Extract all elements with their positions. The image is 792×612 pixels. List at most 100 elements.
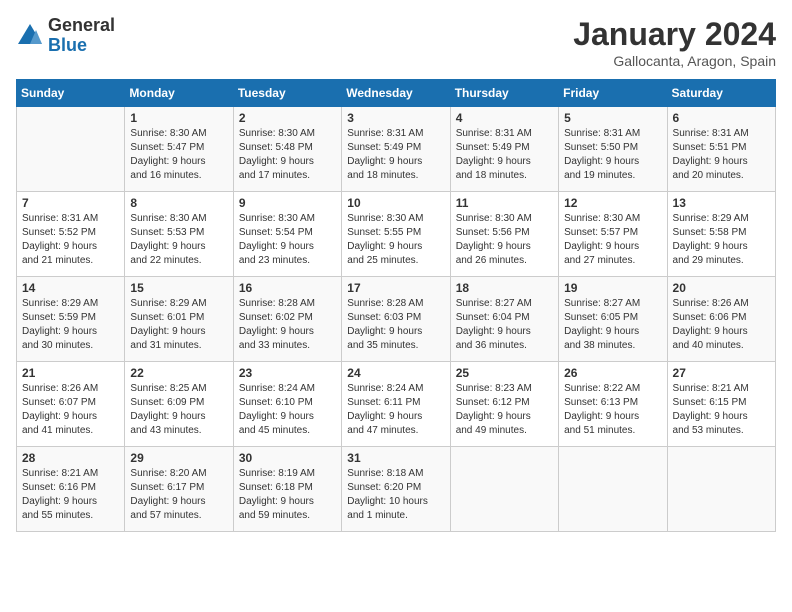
day-header: Thursday [450, 80, 558, 107]
header-row: SundayMondayTuesdayWednesdayThursdayFrid… [17, 80, 776, 107]
calendar-cell: 14 Sunrise: 8:29 AM Sunset: 5:59 PM Dayli… [17, 277, 125, 362]
week-row: 14 Sunrise: 8:29 AM Sunset: 5:59 PM Dayli… [17, 277, 776, 362]
calendar-cell: 27Sunrise: 8:21 AM Sunset: 6:15 PM Dayli… [667, 362, 775, 447]
day-header: Wednesday [342, 80, 450, 107]
calendar-cell: 25 Sunrise: 8:23 AM Sunset: 6:12 PM Dayli… [450, 362, 558, 447]
day-number: 13 [673, 196, 770, 210]
day-number: 8 [130, 196, 227, 210]
day-number: 14 [22, 281, 119, 295]
calendar-cell: 4Sunrise: 8:31 AM Sunset: 5:49 PM Daylig… [450, 107, 558, 192]
calendar-cell: 21 Sunrise: 8:26 AM Sunset: 6:07 PM Dayli… [17, 362, 125, 447]
calendar-cell [450, 447, 558, 532]
day-info: Sunrise: 8:30 AM Sunset: 5:56 PM Dayligh… [456, 212, 553, 268]
day-info: Sunrise: 8:29 AM Sunset: 5:59 PM Dayligh… [22, 297, 119, 353]
calendar-cell: 12Sunrise: 8:30 AM Sunset: 5:57 PM Dayli… [559, 192, 667, 277]
calendar-cell: 1 Sunrise: 8:30 AM Sunset: 5:47 PM Daylig… [125, 107, 233, 192]
calendar-cell: 8Sunrise: 8:30 AM Sunset: 5:53 PM Daylig… [125, 192, 233, 277]
day-header: Sunday [17, 80, 125, 107]
calendar-cell: 3Sunrise: 8:31 AM Sunset: 5:49 PM Daylig… [342, 107, 450, 192]
day-info: Sunrise: 8:31 AM Sunset: 5:49 PM Dayligh… [347, 127, 444, 183]
day-number: 30 [239, 451, 336, 465]
day-number: 26 [564, 366, 661, 380]
day-number: 29 [130, 451, 227, 465]
day-info: Sunrise: 8:28 AM Sunset: 6:03 PM Dayligh… [347, 297, 444, 353]
day-number: 24 [347, 366, 444, 380]
calendar-cell: 11 Sunrise: 8:30 AM Sunset: 5:56 PM Dayli… [450, 192, 558, 277]
day-info: Sunrise: 8:27 AM Sunset: 6:05 PM Dayligh… [564, 297, 661, 353]
page-header: General Blue January 2024 Gallocanta, Ar… [16, 16, 776, 69]
day-info: Sunrise: 8:21 AM Sunset: 6:16 PM Dayligh… [22, 467, 119, 523]
day-number: 2 [239, 111, 336, 125]
day-number: 15 [130, 281, 227, 295]
day-header: Tuesday [233, 80, 341, 107]
day-info: Sunrise: 8:26 AM Sunset: 6:07 PM Dayligh… [22, 382, 119, 438]
day-number: 20 [673, 281, 770, 295]
calendar-cell: 15 Sunrise: 8:29 AM Sunset: 6:01 PM Dayli… [125, 277, 233, 362]
day-number: 7 [22, 196, 119, 210]
day-info: Sunrise: 8:21 AM Sunset: 6:15 PM Dayligh… [673, 382, 770, 438]
day-info: Sunrise: 8:24 AM Sunset: 6:10 PM Dayligh… [239, 382, 336, 438]
day-number: 12 [564, 196, 661, 210]
calendar-cell: 20Sunrise: 8:26 AM Sunset: 6:06 PM Dayli… [667, 277, 775, 362]
calendar-cell: 6 Sunrise: 8:31 AM Sunset: 5:51 PM Daylig… [667, 107, 775, 192]
day-info: Sunrise: 8:23 AM Sunset: 6:12 PM Dayligh… [456, 382, 553, 438]
day-info: Sunrise: 8:31 AM Sunset: 5:52 PM Dayligh… [22, 212, 119, 268]
day-number: 22 [130, 366, 227, 380]
day-info: Sunrise: 8:25 AM Sunset: 6:09 PM Dayligh… [130, 382, 227, 438]
day-header: Friday [559, 80, 667, 107]
day-number: 31 [347, 451, 444, 465]
logo-text: General Blue [48, 16, 115, 56]
calendar-cell: 23 Sunrise: 8:24 AM Sunset: 6:10 PM Dayli… [233, 362, 341, 447]
day-info: Sunrise: 8:31 AM Sunset: 5:51 PM Dayligh… [673, 127, 770, 183]
calendar-cell: 28 Sunrise: 8:21 AM Sunset: 6:16 PM Dayli… [17, 447, 125, 532]
day-number: 28 [22, 451, 119, 465]
day-number: 10 [347, 196, 444, 210]
calendar-cell: 2 Sunrise: 8:30 AM Sunset: 5:48 PM Daylig… [233, 107, 341, 192]
calendar-cell: 9 Sunrise: 8:30 AM Sunset: 5:54 PM Daylig… [233, 192, 341, 277]
calendar-cell: 26Sunrise: 8:22 AM Sunset: 6:13 PM Dayli… [559, 362, 667, 447]
day-number: 5 [564, 111, 661, 125]
calendar-cell: 18Sunrise: 8:27 AM Sunset: 6:04 PM Dayli… [450, 277, 558, 362]
calendar-cell: 5 Sunrise: 8:31 AM Sunset: 5:50 PM Daylig… [559, 107, 667, 192]
day-info: Sunrise: 8:29 AM Sunset: 6:01 PM Dayligh… [130, 297, 227, 353]
logo-blue: Blue [48, 36, 115, 56]
day-info: Sunrise: 8:24 AM Sunset: 6:11 PM Dayligh… [347, 382, 444, 438]
day-info: Sunrise: 8:20 AM Sunset: 6:17 PM Dayligh… [130, 467, 227, 523]
day-info: Sunrise: 8:30 AM Sunset: 5:47 PM Dayligh… [130, 127, 227, 183]
calendar-cell: 24 Sunrise: 8:24 AM Sunset: 6:11 PM Dayli… [342, 362, 450, 447]
calendar-table: SundayMondayTuesdayWednesdayThursdayFrid… [16, 79, 776, 532]
week-row: 21 Sunrise: 8:26 AM Sunset: 6:07 PM Dayli… [17, 362, 776, 447]
week-row: 1 Sunrise: 8:30 AM Sunset: 5:47 PM Daylig… [17, 107, 776, 192]
day-number: 23 [239, 366, 336, 380]
title-block: January 2024 Gallocanta, Aragon, Spain [573, 16, 776, 69]
week-row: 28 Sunrise: 8:21 AM Sunset: 6:16 PM Dayli… [17, 447, 776, 532]
day-info: Sunrise: 8:31 AM Sunset: 5:50 PM Dayligh… [564, 127, 661, 183]
day-info: Sunrise: 8:30 AM Sunset: 5:55 PM Dayligh… [347, 212, 444, 268]
day-number: 25 [456, 366, 553, 380]
calendar-cell [667, 447, 775, 532]
day-number: 16 [239, 281, 336, 295]
day-header: Monday [125, 80, 233, 107]
calendar-cell: 16 Sunrise: 8:28 AM Sunset: 6:02 PM Dayli… [233, 277, 341, 362]
day-info: Sunrise: 8:28 AM Sunset: 6:02 PM Dayligh… [239, 297, 336, 353]
calendar-cell: 30 Sunrise: 8:19 AM Sunset: 6:18 PM Dayli… [233, 447, 341, 532]
day-number: 11 [456, 196, 553, 210]
day-info: Sunrise: 8:30 AM Sunset: 5:48 PM Dayligh… [239, 127, 336, 183]
day-info: Sunrise: 8:31 AM Sunset: 5:49 PM Dayligh… [456, 127, 553, 183]
calendar-cell [17, 107, 125, 192]
calendar-cell: 19Sunrise: 8:27 AM Sunset: 6:05 PM Dayli… [559, 277, 667, 362]
logo-icon [16, 22, 44, 50]
day-number: 21 [22, 366, 119, 380]
day-info: Sunrise: 8:30 AM Sunset: 5:54 PM Dayligh… [239, 212, 336, 268]
logo-general: General [48, 16, 115, 36]
calendar-cell: 7 Sunrise: 8:31 AM Sunset: 5:52 PM Daylig… [17, 192, 125, 277]
day-number: 6 [673, 111, 770, 125]
day-info: Sunrise: 8:19 AM Sunset: 6:18 PM Dayligh… [239, 467, 336, 523]
day-info: Sunrise: 8:18 AM Sunset: 6:20 PM Dayligh… [347, 467, 444, 523]
location: Gallocanta, Aragon, Spain [573, 53, 776, 69]
calendar-cell: 31 Sunrise: 8:18 AM Sunset: 6:20 PM Dayli… [342, 447, 450, 532]
month-title: January 2024 [573, 16, 776, 53]
day-number: 1 [130, 111, 227, 125]
day-header: Saturday [667, 80, 775, 107]
day-number: 9 [239, 196, 336, 210]
